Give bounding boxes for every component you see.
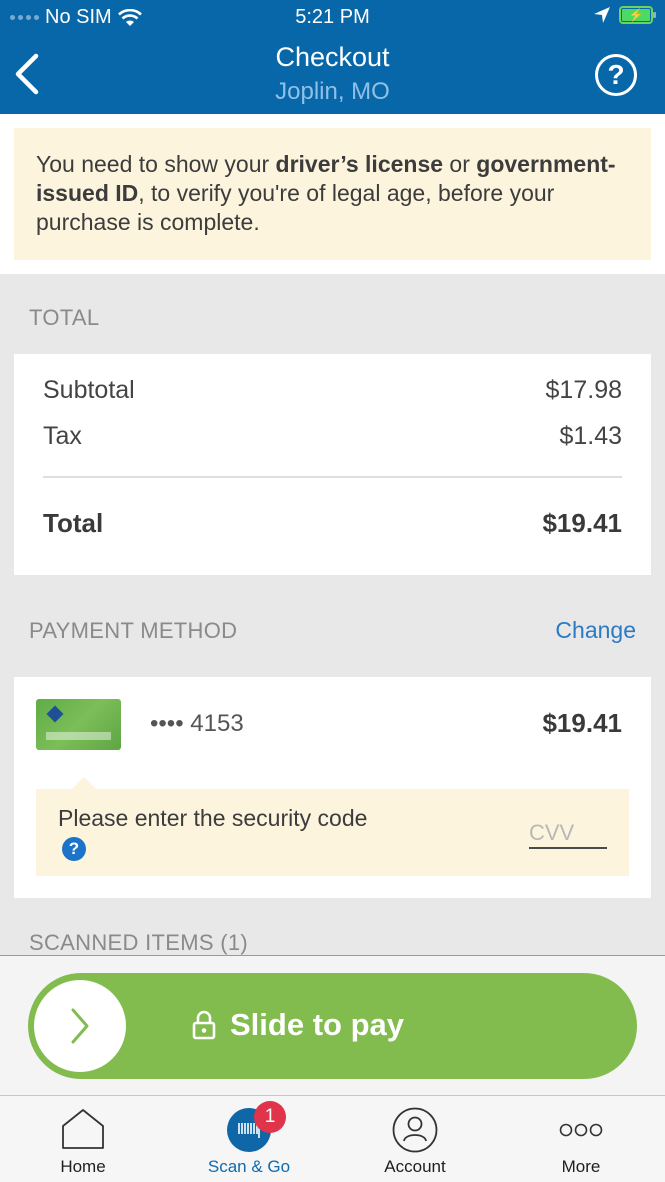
slider-handle[interactable] — [34, 980, 126, 1072]
cvv-prompt-box: Please enter the security code? — [36, 777, 629, 876]
payment-section-label: PAYMENT METHOD — [29, 618, 238, 643]
id-verification-notice: You need to show your driver’s license o… — [14, 128, 651, 260]
store-location: Joplin, MO — [275, 78, 390, 105]
subtotal-value: $17.98 — [545, 376, 622, 404]
status-bar: No SIM 5:21 PM ⚡ — [0, 0, 665, 36]
cvv-prompt: Please enter the security code? — [58, 804, 388, 862]
cvv-input[interactable] — [529, 819, 607, 849]
card-number-masked: •••• 4153 — [150, 710, 244, 737]
card-stripe — [46, 732, 111, 740]
cvv-prompt-text: Please enter the security code — [58, 805, 368, 831]
totals-divider — [43, 476, 622, 478]
tab-scan-and-go[interactable]: 1 Scan & Go — [166, 1096, 332, 1182]
slider-label-group: Slide to pay — [192, 1007, 404, 1043]
scanned-items-label: SCANNED ITEMS (1) — [29, 930, 249, 955]
tab-account[interactable]: Account — [332, 1096, 498, 1182]
question-icon: ? — [607, 59, 625, 90]
tab-more[interactable]: More — [498, 1096, 664, 1182]
notice-text: or — [443, 151, 477, 177]
notice-area: You need to show your driver’s license o… — [0, 114, 665, 274]
help-button[interactable]: ? — [595, 54, 637, 96]
home-icon — [62, 1109, 104, 1149]
tab-home[interactable]: Home — [0, 1096, 166, 1182]
tab-scan-and-go-label: Scan & Go — [207, 1157, 291, 1176]
payment-card: •••• 4153 $19.41 Please enter the securi… — [14, 677, 651, 898]
cvv-help-icon[interactable]: ? — [62, 836, 86, 861]
status-right: ⚡ — [593, 6, 656, 24]
tax-label: Tax — [43, 422, 82, 450]
total-label: Total — [43, 508, 104, 538]
account-icon — [392, 1107, 438, 1153]
total-section-label: TOTAL — [29, 305, 100, 330]
notice-bold-license: driver’s license — [275, 151, 444, 177]
battery-icon: ⚡ — [619, 6, 656, 24]
tab-bar: Home 1 Scan & Go Account More — [0, 1095, 665, 1182]
tab-account-label: Account — [384, 1157, 446, 1176]
slide-to-pay-slider[interactable]: Slide to pay — [28, 973, 637, 1079]
tab-more-label: More — [561, 1157, 601, 1176]
cart-count-badge: 1 — [254, 1101, 286, 1133]
tab-home-label: Home — [60, 1157, 106, 1176]
credit-card-icon — [36, 699, 121, 750]
total-row: Total $19.41 — [43, 508, 622, 539]
total-value: $19.41 — [542, 508, 622, 538]
notice-text: You need to show your — [36, 151, 276, 177]
tax-value: $1.43 — [559, 422, 622, 450]
slide-to-pay-text: Slide to pay — [230, 1007, 404, 1042]
card-logo-diamond — [46, 705, 64, 723]
more-icon — [559, 1123, 603, 1137]
location-arrow-icon — [594, 7, 610, 23]
status-time: 5:21 PM — [295, 6, 370, 28]
totals-card: Subtotal $17.98 Tax $1.43 Total $19.41 — [14, 354, 651, 575]
page-title: Checkout — [275, 42, 390, 72]
payment-amount: $19.41 — [542, 708, 622, 738]
lock-icon — [192, 1010, 216, 1040]
subtotal-label: Subtotal — [43, 376, 135, 404]
tax-row: Tax $1.43 — [43, 422, 622, 451]
pay-panel: Slide to pay — [0, 955, 665, 1095]
chevron-right-icon — [71, 1008, 89, 1044]
top-bar: No SIM 5:21 PM ⚡ Checkout Joplin, MO ? — [0, 0, 665, 114]
subtotal-row: Subtotal $17.98 — [43, 376, 622, 405]
change-payment-link[interactable]: Change — [555, 617, 636, 644]
